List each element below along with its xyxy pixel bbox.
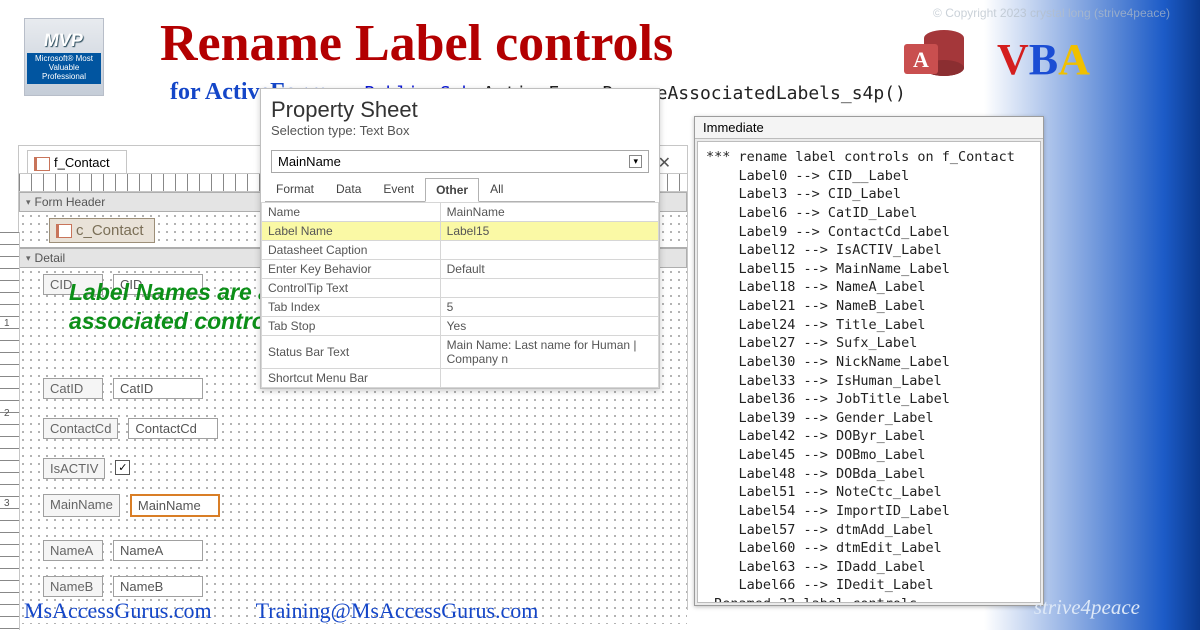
label-control[interactable]: NameB [43, 576, 103, 597]
property-value[interactable]: Default [440, 260, 658, 279]
property-name: Status Bar Text [262, 336, 441, 369]
property-sheet-title: Property Sheet [261, 89, 659, 123]
vba-b: B [1029, 35, 1058, 84]
property-value[interactable]: Label15 [440, 222, 658, 241]
property-name: Enter Key Behavior [262, 260, 441, 279]
form-tab-f-contact[interactable]: f_Contact [27, 150, 127, 173]
site-link[interactable]: MsAccessGurus.com [24, 598, 212, 624]
control-row: ContactCd ContactCd [43, 418, 218, 439]
textbox-control[interactable]: CatID [113, 378, 203, 399]
property-name: Datasheet Caption [262, 241, 441, 260]
property-row[interactable]: Tab StopYes [262, 317, 659, 336]
property-value[interactable] [440, 241, 658, 260]
checkbox-control[interactable]: ✓ [115, 460, 130, 475]
mvp-text: MVP [43, 30, 85, 51]
property-tab-other[interactable]: Other [425, 178, 479, 202]
vba-a: A [1058, 35, 1090, 84]
property-value[interactable]: MainName [440, 203, 658, 222]
property-tab-data[interactable]: Data [325, 177, 372, 201]
label-control[interactable]: NameA [43, 540, 103, 561]
property-name: ControlTip Text [262, 279, 441, 298]
label-control[interactable]: IsACTIV [43, 458, 105, 479]
immediate-body[interactable]: *** rename label controls on f_Contact L… [697, 141, 1041, 603]
property-table: NameMainNameLabel NameLabel15Datasheet C… [261, 202, 659, 388]
property-name: Label Name [262, 222, 441, 241]
property-row[interactable]: Shortcut Menu Bar [262, 369, 659, 388]
access-icon: A [900, 22, 968, 90]
property-row[interactable]: Enter Key BehaviorDefault [262, 260, 659, 279]
subform-control[interactable]: c_Contact [49, 218, 155, 243]
control-row: IsACTIV ✓ [43, 458, 130, 479]
property-value[interactable]: Main Name: Last name for Human | Company… [440, 336, 658, 369]
property-name: Name [262, 203, 441, 222]
property-tab-format[interactable]: Format [265, 177, 325, 201]
property-tabs: FormatDataEventOtherAll [265, 177, 655, 202]
control-row: NameA NameA [43, 540, 203, 561]
brand-signature: strive4peace [1034, 595, 1140, 620]
property-value[interactable]: Yes [440, 317, 658, 336]
dropdown-icon[interactable]: ▾ [629, 155, 642, 168]
label-control[interactable]: CatID [43, 378, 103, 399]
property-row[interactable]: Label NameLabel15 [262, 222, 659, 241]
object-selector-value: MainName [278, 154, 341, 169]
property-row[interactable]: NameMainName [262, 203, 659, 222]
immediate-title: Immediate [695, 117, 1043, 139]
label-control[interactable]: MainName [43, 494, 120, 517]
property-value[interactable] [440, 279, 658, 298]
footer-links: MsAccessGurus.com Training@MsAccessGurus… [24, 598, 538, 624]
control-row: NameB NameB [43, 576, 203, 597]
textbox-control[interactable]: MainName [130, 494, 220, 517]
control-row: CatID CatID [43, 378, 203, 399]
property-name: Tab Index [262, 298, 441, 317]
property-row[interactable]: Status Bar TextMain Name: Last name for … [262, 336, 659, 369]
vertical-ruler: 123 [0, 232, 20, 630]
property-row[interactable]: Tab Index5 [262, 298, 659, 317]
control-row: MainName MainName [43, 494, 220, 517]
mvp-badge: MVP Microsoft® Most Valuable Professiona… [24, 18, 104, 96]
vba-logo: VBA [997, 34, 1090, 85]
property-value[interactable]: 5 [440, 298, 658, 317]
form-header-label: Form Header [35, 195, 106, 209]
selection-type: Selection type: Text Box [261, 123, 659, 146]
textbox-control[interactable]: ContactCd [128, 418, 218, 439]
label-control[interactable]: ContactCd [43, 418, 118, 439]
vba-v: V [997, 35, 1029, 84]
property-sheet: Property Sheet Selection type: Text Box … [260, 88, 660, 389]
property-name: Tab Stop [262, 317, 441, 336]
detail-section-label: Detail [35, 251, 66, 265]
email-link[interactable]: Training@MsAccessGurus.com [256, 598, 539, 624]
property-row[interactable]: ControlTip Text [262, 279, 659, 298]
immediate-window: Immediate *** rename label controls on f… [694, 116, 1044, 606]
svg-text:A: A [913, 47, 929, 72]
property-value[interactable] [440, 369, 658, 388]
mvp-subtitle: Microsoft® Most Valuable Professional [27, 53, 101, 83]
copyright-text: © Copyright 2023 crystal long (strive4pe… [933, 6, 1170, 20]
page-title: Rename Label controls [160, 14, 673, 73]
textbox-control[interactable]: NameA [113, 540, 203, 561]
textbox-control[interactable]: NameB [113, 576, 203, 597]
property-tab-all[interactable]: All [479, 177, 514, 201]
object-selector[interactable]: MainName ▾ [271, 150, 649, 173]
property-row[interactable]: Datasheet Caption [262, 241, 659, 260]
property-tab-event[interactable]: Event [372, 177, 425, 201]
property-name: Shortcut Menu Bar [262, 369, 441, 388]
